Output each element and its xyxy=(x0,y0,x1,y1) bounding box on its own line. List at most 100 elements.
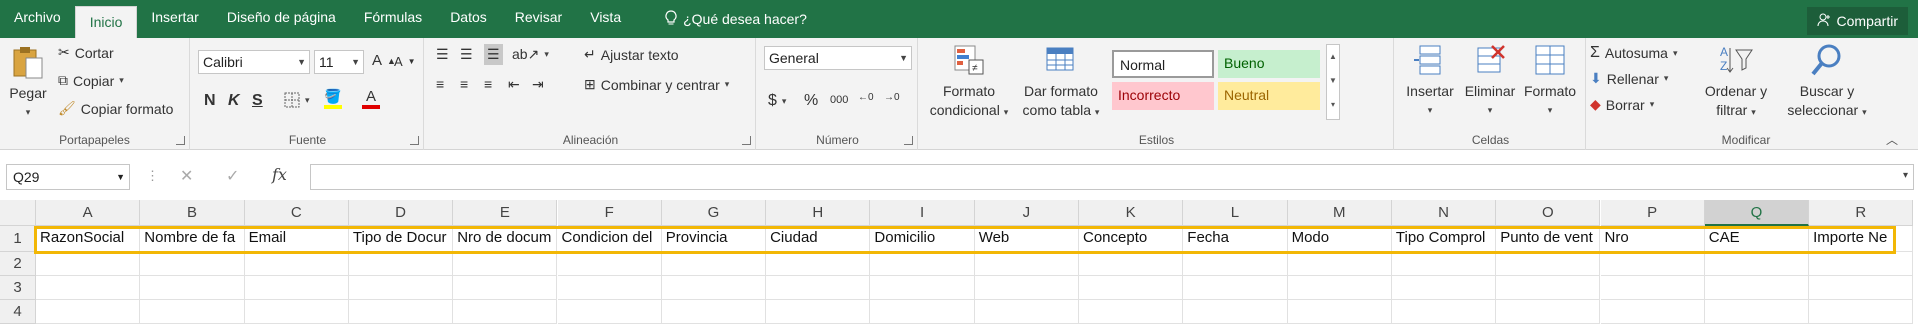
cell-a2[interactable] xyxy=(36,252,141,276)
cell-n4[interactable] xyxy=(1391,300,1497,324)
cell-m2[interactable] xyxy=(1287,252,1392,276)
cell-l4[interactable] xyxy=(1183,300,1288,324)
shrink-font-button[interactable]: A ▼ xyxy=(394,54,416,69)
cell-b1[interactable]: Nombre de fa xyxy=(140,226,245,252)
insert-function-button[interactable]: fx xyxy=(272,165,287,184)
tab-datos[interactable]: Datos xyxy=(436,4,501,34)
column-header-a[interactable]: A xyxy=(36,200,141,226)
conditional-format-button[interactable]: ≠ Formato condicional ▾ xyxy=(924,42,1014,122)
cut-button[interactable]: ✂ Cortar xyxy=(58,44,114,61)
thousands-button[interactable]: 000 xyxy=(830,94,848,106)
cell-k1[interactable]: Concepto xyxy=(1079,226,1184,252)
cell-a4[interactable] xyxy=(36,300,141,324)
align-middle-button[interactable]: ☰ xyxy=(460,46,473,63)
column-header-m[interactable]: M xyxy=(1287,200,1392,226)
cell-g4[interactable] xyxy=(661,300,767,324)
cell-l2[interactable] xyxy=(1183,252,1288,276)
insert-cells-button[interactable]: Insertar ▾ xyxy=(1400,42,1460,120)
cell-m1[interactable]: Modo xyxy=(1287,226,1392,252)
cell-d2[interactable] xyxy=(348,252,454,276)
delete-cells-button[interactable]: Eliminar ▾ xyxy=(1460,42,1520,120)
fill-color-button[interactable]: 🪣 xyxy=(324,88,342,109)
cell-c3[interactable] xyxy=(244,276,349,300)
style-good[interactable]: Bueno xyxy=(1218,50,1320,78)
cell-m4[interactable] xyxy=(1287,300,1392,324)
cell-h4[interactable] xyxy=(766,300,871,324)
cell-r1[interactable]: Importe Ne xyxy=(1809,226,1914,252)
cell-i1[interactable]: Domicilio xyxy=(870,226,975,252)
find-select-button[interactable]: Buscar y seleccionar ▾ xyxy=(1782,42,1872,122)
italic-button[interactable]: K xyxy=(228,92,240,110)
cell-e3[interactable] xyxy=(453,276,558,300)
column-header-n[interactable]: N xyxy=(1391,200,1497,226)
decrease-indent-button[interactable]: ⇤ xyxy=(508,76,520,93)
style-bad[interactable]: Incorrecto xyxy=(1112,82,1214,110)
confirm-icon[interactable]: ✓ xyxy=(226,166,239,186)
align-right-button[interactable]: ≡ xyxy=(484,76,492,92)
tab-insertar[interactable]: Insertar xyxy=(137,4,212,34)
tab-inicio[interactable]: Inicio xyxy=(74,6,138,38)
column-header-l[interactable]: L xyxy=(1183,200,1288,226)
cell-e4[interactable] xyxy=(453,300,558,324)
column-header-b[interactable]: B xyxy=(140,200,245,226)
decrease-decimal-button[interactable]: →0 xyxy=(884,92,900,103)
row-header[interactable]: 4 xyxy=(0,300,36,324)
column-header-e[interactable]: E xyxy=(453,200,558,226)
autosum-button[interactable]: Σ Autosuma ▾ xyxy=(1590,44,1677,62)
font-launcher-icon[interactable] xyxy=(410,136,419,145)
tell-me-box[interactable]: ¿Qué desea hacer? xyxy=(665,4,807,34)
tab-revisar[interactable]: Revisar xyxy=(501,4,576,34)
collapse-ribbon-icon[interactable]: ︿ xyxy=(1886,131,1898,148)
tab-diseno-pagina[interactable]: Diseño de página xyxy=(213,4,350,34)
column-header-p[interactable]: P xyxy=(1600,200,1705,226)
cell-r2[interactable] xyxy=(1809,252,1914,276)
tab-vista[interactable]: Vista xyxy=(576,4,635,34)
format-painter-button[interactable]: 🖌 Copiar formato xyxy=(58,100,173,117)
cell-k2[interactable] xyxy=(1079,252,1184,276)
increase-decimal-button[interactable]: ←0 xyxy=(858,92,874,103)
cell-g1[interactable]: Provincia xyxy=(661,226,767,252)
cell-c1[interactable]: Email xyxy=(244,226,349,252)
align-bottom-button[interactable]: ☰ xyxy=(484,44,503,65)
cell-f1[interactable]: Condicion del xyxy=(557,226,662,252)
bold-button[interactable]: N xyxy=(204,92,216,110)
cell-g2[interactable] xyxy=(661,252,767,276)
align-top-button[interactable]: ☰ xyxy=(436,46,449,63)
cell-d1[interactable]: Tipo de Docur xyxy=(348,226,454,252)
cell-e1[interactable]: Nro de docum xyxy=(453,226,558,252)
row-header[interactable]: 3 xyxy=(0,276,36,300)
tab-formulas[interactable]: Fórmulas xyxy=(350,4,436,34)
cell-h3[interactable] xyxy=(766,276,871,300)
column-header-f[interactable]: F xyxy=(557,200,662,226)
cell-q1[interactable]: CAE xyxy=(1704,226,1810,252)
column-header-o[interactable]: O xyxy=(1496,200,1601,226)
column-header-h[interactable]: H xyxy=(766,200,871,226)
font-color-button[interactable]: A xyxy=(362,88,380,109)
cell-l1[interactable]: Fecha xyxy=(1183,226,1288,252)
align-left-button[interactable]: ≡ xyxy=(436,76,444,92)
paste-button[interactable]: Pegar ▾ xyxy=(6,44,50,122)
increase-indent-button[interactable]: ⇥ xyxy=(532,76,544,93)
cell-p4[interactable] xyxy=(1600,300,1705,324)
underline-button[interactable]: S xyxy=(252,92,263,110)
cell-b4[interactable] xyxy=(140,300,245,324)
cell-g3[interactable] xyxy=(661,276,767,300)
column-header-d[interactable]: D xyxy=(348,200,454,226)
style-neutral[interactable]: Neutral xyxy=(1218,82,1320,110)
cell-f4[interactable] xyxy=(557,300,662,324)
cell-j4[interactable] xyxy=(974,300,1079,324)
cell-j2[interactable] xyxy=(974,252,1079,276)
cell-h1[interactable]: Ciudad xyxy=(766,226,871,252)
cell-d4[interactable] xyxy=(348,300,454,324)
cell-n2[interactable] xyxy=(1391,252,1497,276)
grow-font-button[interactable]: A ▲ xyxy=(372,52,396,69)
cell-h2[interactable] xyxy=(766,252,871,276)
align-center-button[interactable]: ≡ xyxy=(460,76,468,92)
borders-button[interactable]: ▾ xyxy=(284,92,310,108)
cell-j1[interactable]: Web xyxy=(974,226,1079,252)
currency-button[interactable]: $ ▾ xyxy=(768,92,786,110)
font-size-select[interactable]: 11 ▼ xyxy=(314,50,364,74)
cell-a1[interactable]: RazonSocial xyxy=(36,226,141,252)
cell-o4[interactable] xyxy=(1496,300,1601,324)
formula-input[interactable] xyxy=(310,164,1914,190)
